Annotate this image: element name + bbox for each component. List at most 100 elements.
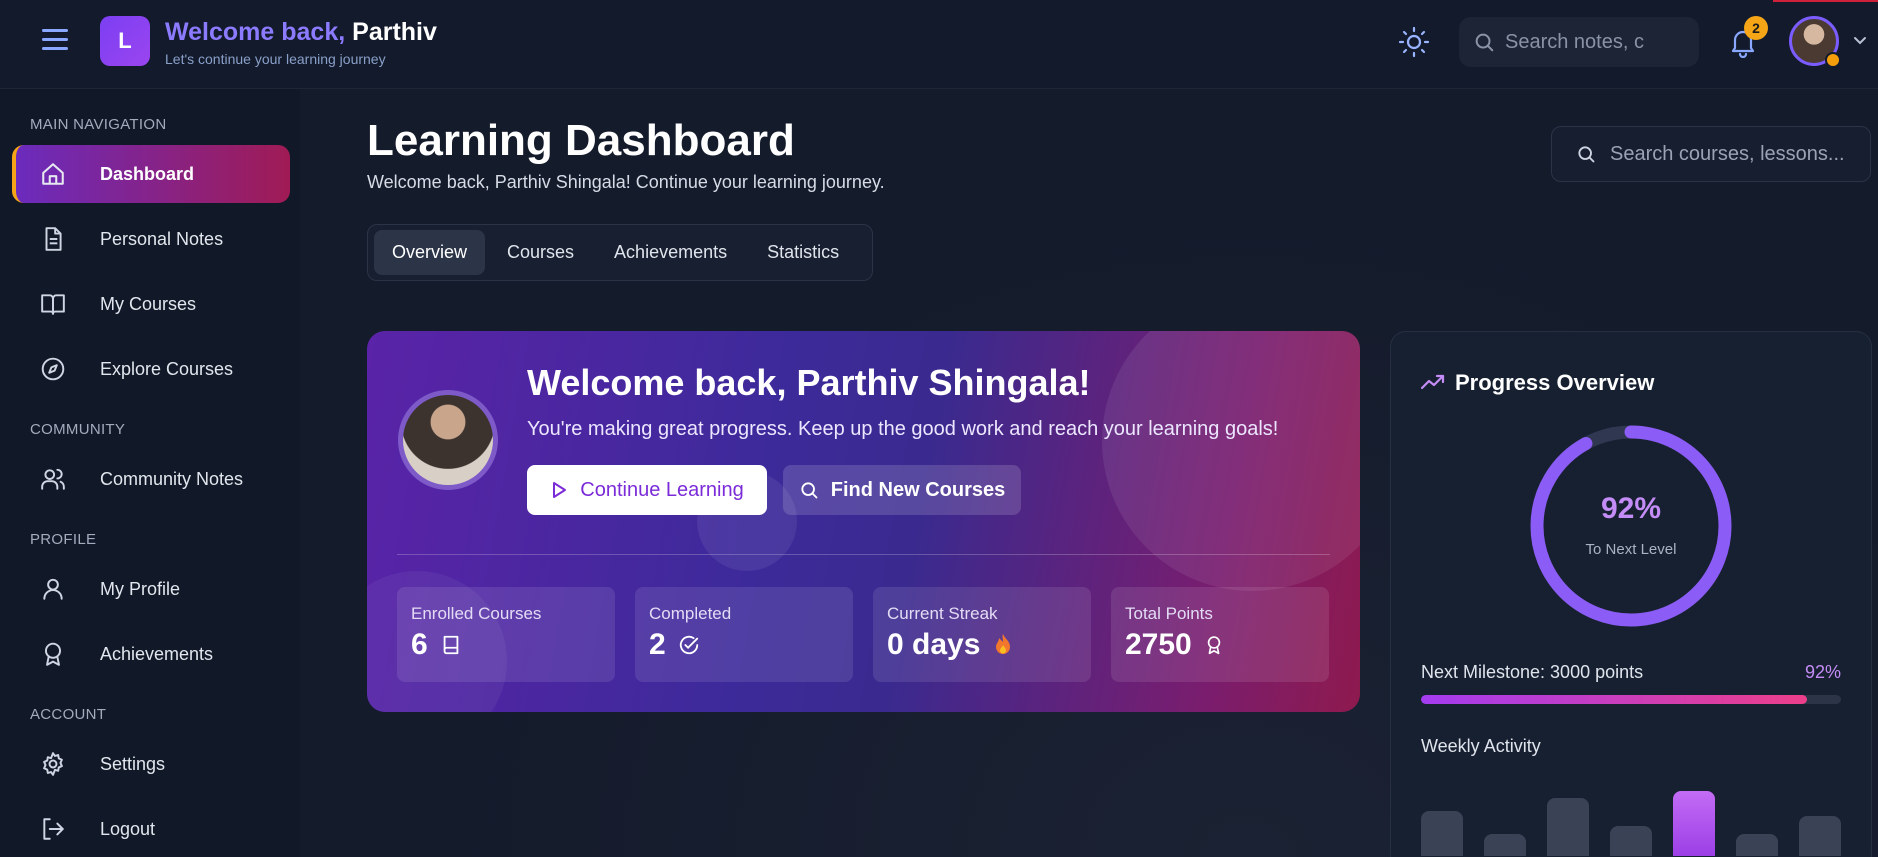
stat-number: 0 days	[887, 628, 981, 661]
sidebar-item-logout[interactable]: Logout	[12, 800, 290, 857]
sidebar: MAIN NAVIGATION Dashboard Personal Notes…	[0, 89, 300, 857]
menu-icon[interactable]	[42, 29, 68, 53]
app-logo[interactable]: L	[100, 16, 150, 66]
stat-number: 2	[649, 628, 666, 661]
section-label-profile: PROFILE	[30, 531, 97, 548]
page-subtitle: Welcome back, Parthiv Shingala! Continue…	[367, 172, 885, 192]
stat-value: 0 days	[887, 628, 1077, 662]
sidebar-item-label: My Profile	[100, 578, 181, 599]
stat-label: Total Points	[1125, 604, 1213, 623]
milestone-progress-bar	[1421, 695, 1841, 704]
weekly-activity-bar	[1736, 834, 1778, 856]
stat-value: 6	[411, 628, 601, 662]
sidebar-item-label: Community Notes	[100, 468, 244, 489]
header-search-input[interactable]	[1505, 30, 1665, 54]
book-icon	[443, 635, 459, 655]
document-icon	[40, 226, 66, 252]
section-label-community: COMMUNITY	[30, 421, 126, 438]
sidebar-item-label: My Courses	[100, 293, 197, 314]
stat-number: 6	[411, 628, 428, 661]
trending-up-icon	[1421, 374, 1445, 390]
stat-card-completed: Completed 2	[635, 587, 853, 682]
hero-avatar	[398, 390, 498, 490]
chevron-down-icon[interactable]	[1852, 32, 1868, 48]
greeting-name: Parthiv	[352, 18, 437, 46]
search-icon	[1475, 33, 1494, 52]
stat-card-points: Total Points 2750	[1111, 587, 1329, 682]
continue-learning-label: Continue Learning	[580, 478, 744, 501]
stat-label: Completed	[649, 604, 732, 623]
weekly-activity-bar	[1799, 816, 1841, 856]
sidebar-item-my-courses[interactable]: My Courses	[12, 275, 290, 333]
milestone-percent: 92%	[1804, 662, 1841, 682]
weekly-activity-bar	[1547, 798, 1589, 856]
tab-bar: Overview Courses Achievements Statistics	[367, 224, 873, 281]
header-greeting: Welcome back, Parthiv	[165, 18, 437, 47]
theme-toggle-icon[interactable]	[1398, 26, 1430, 58]
compass-icon	[40, 356, 66, 382]
hero-subtitle: You're making great progress. Keep up th…	[527, 418, 1279, 440]
top-bar: L Welcome back, Parthiv Let's continue y…	[0, 0, 1878, 89]
sidebar-item-personal-notes[interactable]: Personal Notes	[12, 210, 290, 268]
sidebar-item-label: Personal Notes	[100, 228, 224, 249]
progress-title: Progress Overview	[1455, 370, 1655, 395]
progress-ring-label: To Next Level	[1585, 541, 1677, 558]
weekly-activity-label: Weekly Activity	[1421, 736, 1541, 756]
section-label-main: MAIN NAVIGATION	[30, 116, 167, 133]
search-icon	[801, 482, 818, 499]
weekly-activity-bar	[1610, 826, 1652, 856]
play-icon	[553, 482, 567, 498]
header-subtitle: Let's continue your learning journey	[165, 51, 386, 67]
find-courses-button[interactable]: Find New Courses	[783, 465, 1021, 515]
main-content: Learning Dashboard Welcome back, Parthiv…	[300, 89, 1878, 857]
stat-label: Enrolled Courses	[411, 604, 542, 623]
top-accent-line	[1773, 0, 1878, 2]
decorative-circle	[1102, 331, 1360, 591]
page-title: Learning Dashboard	[367, 116, 795, 165]
status-dot	[1825, 52, 1841, 68]
divider	[397, 554, 1330, 555]
users-icon	[40, 466, 66, 492]
hero-title: Welcome back, Parthiv Shingala!	[527, 362, 1091, 403]
weekly-activity-chart	[1421, 782, 1841, 856]
stat-card-enrolled: Enrolled Courses 6	[397, 587, 615, 682]
sidebar-item-explore-courses[interactable]: Explore Courses	[12, 340, 290, 398]
stat-value: 2750	[1125, 628, 1315, 662]
sidebar-item-community-notes[interactable]: Community Notes	[12, 450, 290, 508]
sidebar-item-my-profile[interactable]: My Profile	[12, 560, 290, 618]
sidebar-item-settings[interactable]: Settings	[12, 735, 290, 793]
notification-badge: 2	[1744, 16, 1768, 40]
continue-learning-button[interactable]: Continue Learning	[527, 465, 767, 515]
greeting-prefix: Welcome back,	[165, 18, 346, 46]
home-icon	[40, 161, 66, 187]
search-icon	[1578, 146, 1595, 163]
gear-icon	[40, 751, 66, 777]
sidebar-item-label: Explore Courses	[100, 358, 234, 379]
sidebar-item-dashboard[interactable]: Dashboard	[12, 145, 290, 203]
find-courses-label: Find New Courses	[830, 478, 1006, 501]
course-search[interactable]	[1551, 126, 1871, 182]
sidebar-item-achievements[interactable]: Achievements	[12, 625, 290, 683]
award-icon	[1207, 636, 1220, 655]
course-search-input[interactable]	[1610, 142, 1860, 166]
sidebar-item-label: Dashboard	[100, 163, 195, 184]
sidebar-item-label: Settings	[100, 753, 166, 774]
award-icon	[40, 641, 66, 667]
user-icon	[40, 576, 66, 602]
progress-ring	[1530, 425, 1732, 627]
tab-achievements[interactable]: Achievements	[596, 230, 745, 275]
sidebar-item-label: Achievements	[100, 643, 214, 664]
weekly-activity-bar	[1484, 834, 1526, 856]
section-label-account: ACCOUNT	[30, 706, 107, 723]
tab-statistics[interactable]: Statistics	[749, 230, 857, 275]
tab-courses[interactable]: Courses	[489, 230, 592, 275]
tab-overview[interactable]: Overview	[374, 230, 486, 275]
weekly-activity-bar	[1673, 791, 1715, 856]
milestone-label: Next Milestone: 3000 points	[1421, 662, 1644, 682]
sidebar-item-label: Logout	[100, 818, 156, 839]
progress-overview-card: Progress Overview 92% To Next Level Next…	[1390, 331, 1872, 857]
weekly-activity-bar	[1421, 811, 1463, 856]
header-search[interactable]	[1459, 17, 1699, 67]
progress-percent: 92%	[1600, 492, 1662, 525]
stat-card-streak: Current Streak 0 days	[873, 587, 1091, 682]
